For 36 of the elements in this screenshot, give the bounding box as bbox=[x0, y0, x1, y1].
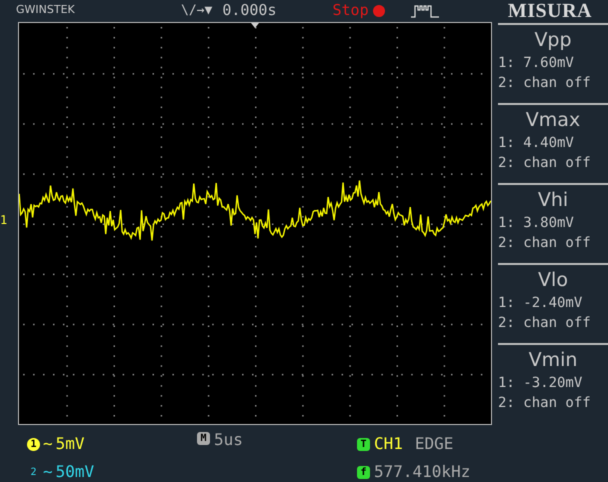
channel-badge: f bbox=[357, 466, 370, 478]
measurement-name: Vlo bbox=[537, 268, 569, 293]
measurement-value: 1: 3.80mV bbox=[498, 214, 575, 233]
measurement-name: Vmax bbox=[524, 108, 582, 133]
channel-badge: 1 bbox=[27, 438, 40, 450]
measurement-name: Vpp bbox=[533, 28, 573, 53]
measurement-value: 2: chan off bbox=[498, 314, 592, 333]
stop-icon bbox=[372, 4, 385, 16]
measurement-value: 1: -2.40mV bbox=[498, 294, 584, 313]
run-state: Stop bbox=[332, 0, 369, 22]
measurement-value: 2: chan off bbox=[498, 394, 592, 413]
measurement-value: 1: 4.40mV bbox=[498, 134, 575, 153]
channel-badge: M bbox=[197, 432, 210, 445]
trigger-mode: EDGE bbox=[414, 433, 454, 455]
channel-marker: 1 bbox=[0, 212, 8, 228]
coupling-symbol: ~ bbox=[43, 461, 53, 482]
measurement-name: Vmin bbox=[528, 348, 578, 373]
trigger-source: CH1 bbox=[374, 433, 403, 455]
coupling-symbol: ~ bbox=[43, 433, 53, 455]
measurement-value: 2: chan off bbox=[498, 234, 592, 253]
ch2-scale: 50mV bbox=[56, 461, 94, 482]
trigger-marker-icon bbox=[251, 23, 259, 28]
trigger-symbols: \/→▼ bbox=[181, 2, 212, 20]
frequency-value: 577.410kHz bbox=[374, 461, 470, 482]
channel-badge: T bbox=[357, 438, 370, 450]
measurement-value: 2: chan off bbox=[498, 74, 592, 93]
measurement-value: 1: -3.20mV bbox=[498, 374, 584, 393]
panel-title: MISURA bbox=[508, 0, 592, 24]
channel-number: 2 bbox=[29, 466, 38, 480]
brand-logo: GWINSTEK bbox=[16, 2, 76, 18]
timebase-value: 5us bbox=[214, 432, 243, 448]
measurement-name: Vhi bbox=[536, 188, 570, 213]
ch1-scale: 5mV bbox=[56, 433, 85, 455]
time-offset: 0.000s bbox=[222, 0, 276, 22]
measurement-value: 1: 7.60mV bbox=[498, 54, 575, 73]
measurement-value: 2: chan off bbox=[498, 154, 592, 173]
